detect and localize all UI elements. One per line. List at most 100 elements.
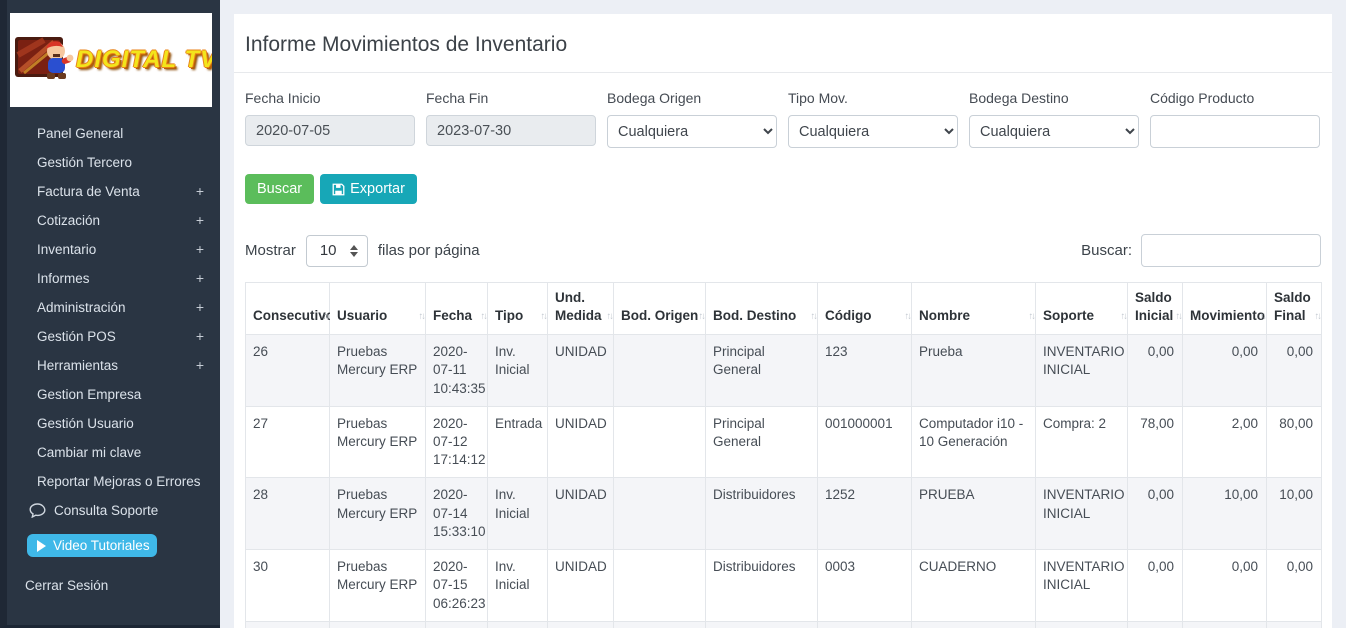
cell-codigo: 001000001 [818,621,912,628]
filter-input-fecha-inicio[interactable] [245,115,415,146]
column-header-saldo-final[interactable]: Saldo Final↑↓ [1267,283,1322,335]
sidebar-item-inventario[interactable]: Inventario+ [7,235,220,264]
sidebar-item-gestion-tercero[interactable]: Gestión Tercero [7,148,220,177]
cell-bod-origen [614,335,706,407]
buscar-button[interactable]: Buscar [245,174,314,204]
filas-por-pagina-label: filas por página [378,242,480,259]
cell-movimiento: 2,00 [1183,406,1267,478]
sort-icon: ↑↓ [1121,311,1127,323]
filter-label-fecha-inicio: Fecha Inicio [245,90,415,106]
column-header-tipo[interactable]: Tipo↑↓ [488,283,548,335]
cell-codigo: 0003 [818,550,912,622]
sidebar-item-label: Factura de Venta [37,184,140,199]
sort-icon: ↑↓ [419,311,425,323]
table-row: 30Pruebas Mercury ERP2020-07-15 06:26:23… [246,550,1322,622]
sidebar-item-label: Consulta Soporte [54,496,158,525]
table-row: 28Pruebas Mercury ERP2020-07-14 15:33:10… [246,478,1322,550]
column-header-nombre[interactable]: Nombre↑↓ [912,283,1036,335]
sidebar-item-label: Video Tutoriales [53,534,150,557]
page-size-value: 10 [320,242,337,259]
cell-nombre: Computador i10 - [912,621,1036,628]
sidebar-item-factura-de-venta[interactable]: Factura de Venta+ [7,177,220,206]
column-header-codigo[interactable]: Código↑↓ [818,283,912,335]
filter-input-tipo-mov[interactable]: Cualquiera [788,115,958,148]
sidebar-item-consulta-soporte[interactable]: Consulta Soporte [7,496,220,525]
sort-icon: ↑↓ [905,311,911,323]
filter-bodega-origen: Bodega Origen Cualquiera [607,90,777,148]
sidebar-item-informes[interactable]: Informes+ [7,264,220,293]
column-header-consecutivo[interactable]: Consecutivo↑↓ [246,283,330,335]
cell-consecutivo: 30 [246,550,330,622]
sidebar-item-gestion-pos[interactable]: Gestión POS+ [7,322,220,351]
filter-input-bodega-origen[interactable]: Cualquiera [607,115,777,148]
sidebar-item-reportar-mejoras-o-errores[interactable]: Reportar Mejoras o Errores [7,467,220,496]
logo[interactable]: DIGITAL TV [10,13,212,107]
column-header-usuario[interactable]: Usuario ↑↓ [330,283,426,335]
expand-plus-icon: + [196,351,204,380]
cell-saldo-final: 0,00 [1267,335,1322,407]
column-header-movimiento[interactable]: Movimiento↑↓ [1183,283,1267,335]
cell-soporte: Compra: 2 [1036,406,1128,478]
sidebar-item-herramientas[interactable]: Herramientas+ [7,351,220,380]
table-search-input[interactable] [1141,234,1321,267]
column-header-und-medida[interactable]: Und. Medida↑↓ [548,283,614,335]
filter-label-fecha-fin: Fecha Fin [426,90,596,106]
table-body: 26Pruebas Mercury ERP2020-07-11 10:43:35… [246,335,1322,628]
sidebar-item-label: Panel General [37,126,123,141]
sort-icon: ↑↓ [481,311,487,323]
expand-plus-icon: + [196,206,204,235]
sidebar-item-label: Informes [37,271,90,286]
filter-bodega-destino: Bodega DestinoCualquiera [969,90,1139,148]
column-header-saldo-inicial[interactable]: Saldo Inicial↑↓ [1128,283,1183,335]
exportar-button[interactable]: Exportar [320,174,417,204]
sort-icon: ↑↓ [1260,311,1266,323]
main-content: Informe Movimientos de Inventario Fecha … [220,0,1346,628]
cell-codigo: 1252 [818,478,912,550]
page-size-select[interactable]: 10 [306,235,368,267]
filter-label-bodega-origen: Bodega Origen [607,90,777,106]
exportar-button-label: Exportar [350,181,405,197]
filter-input-codigo-producto[interactable] [1150,115,1320,148]
sidebar-item-cambiar-mi-clave[interactable]: Cambiar mi clave [7,438,220,467]
logo-text: DIGITAL TV [76,46,212,74]
cell-bod-destino: Distribuidores [706,550,818,622]
column-header-bod-origen[interactable]: Bod. Origen↑↓ [614,283,706,335]
mario-logo-image [14,25,76,96]
column-label: Usuario [337,308,387,323]
cell-movimiento: 2,00 [1183,621,1267,628]
filters-row: Fecha Inicio Fecha Fin Bodega Origen Cualqu… [245,90,1321,148]
buscar-button-label: Buscar [257,181,302,197]
sidebar-item-label: Cambiar mi clave [37,445,141,460]
table-row: 26Pruebas Mercury ERP2020-07-11 10:43:35… [246,335,1322,407]
mostrar-label: Mostrar [245,242,296,259]
filter-input-bodega-destino[interactable]: Cualquiera [969,115,1139,148]
column-header-fecha[interactable]: Fecha↑↓ [426,283,488,335]
sidebar-item-video-tutoriales[interactable]: Video Tutoriales [27,534,157,557]
cell-movimiento: 0,00 [1183,550,1267,622]
cell-nombre: PRUEBA [912,478,1036,550]
sidebar-item-gestion-usuario[interactable]: Gestión Usuario [7,409,220,438]
sidebar-item-administracion[interactable]: Administración+ [7,293,220,322]
sidebar-item-cotizacion[interactable]: Cotización+ [7,206,220,235]
cell-codigo: 123 [818,335,912,407]
filter-fecha-fin: Fecha Fin [426,90,596,148]
filter-input-fecha-fin[interactable] [426,115,596,146]
sort-icon: ↑↓ [1315,311,1321,323]
cell-usuario: Pruebas Mercury ERP [330,335,426,407]
sidebar-item-panel-general[interactable]: Panel General [7,119,220,148]
column-header-soporte[interactable]: Soporte↑↓ [1036,283,1128,335]
filter-codigo-producto: Código Producto [1150,90,1320,148]
sort-icon: ↑↓ [699,311,705,323]
filter-tipo-mov: Tipo Mov.Cualquiera [788,90,958,148]
column-label: Und. Medida [555,290,602,323]
sidebar-item-gestion-empresa[interactable]: Gestion Empresa [7,380,220,409]
sidebar-item-cerrar-sesion[interactable]: Cerrar Sesión [7,571,220,600]
cell-saldo-inicial: 78,00 [1128,406,1183,478]
cell-bod-destino: Distribuidores [706,478,818,550]
column-header-bod-destino[interactable]: Bod. Destino↑↓ [706,283,818,335]
sort-icon: ↑↓ [323,311,329,323]
sidebar: DIGITAL TV Panel GeneralGestión TerceroF… [0,0,220,628]
cell-consecutivo: 28 [246,478,330,550]
table-row: 27Pruebas Mercury ERP2020-07-12 17:14:12… [246,406,1322,478]
sidebar-item-label: Cerrar Sesión [25,578,108,593]
